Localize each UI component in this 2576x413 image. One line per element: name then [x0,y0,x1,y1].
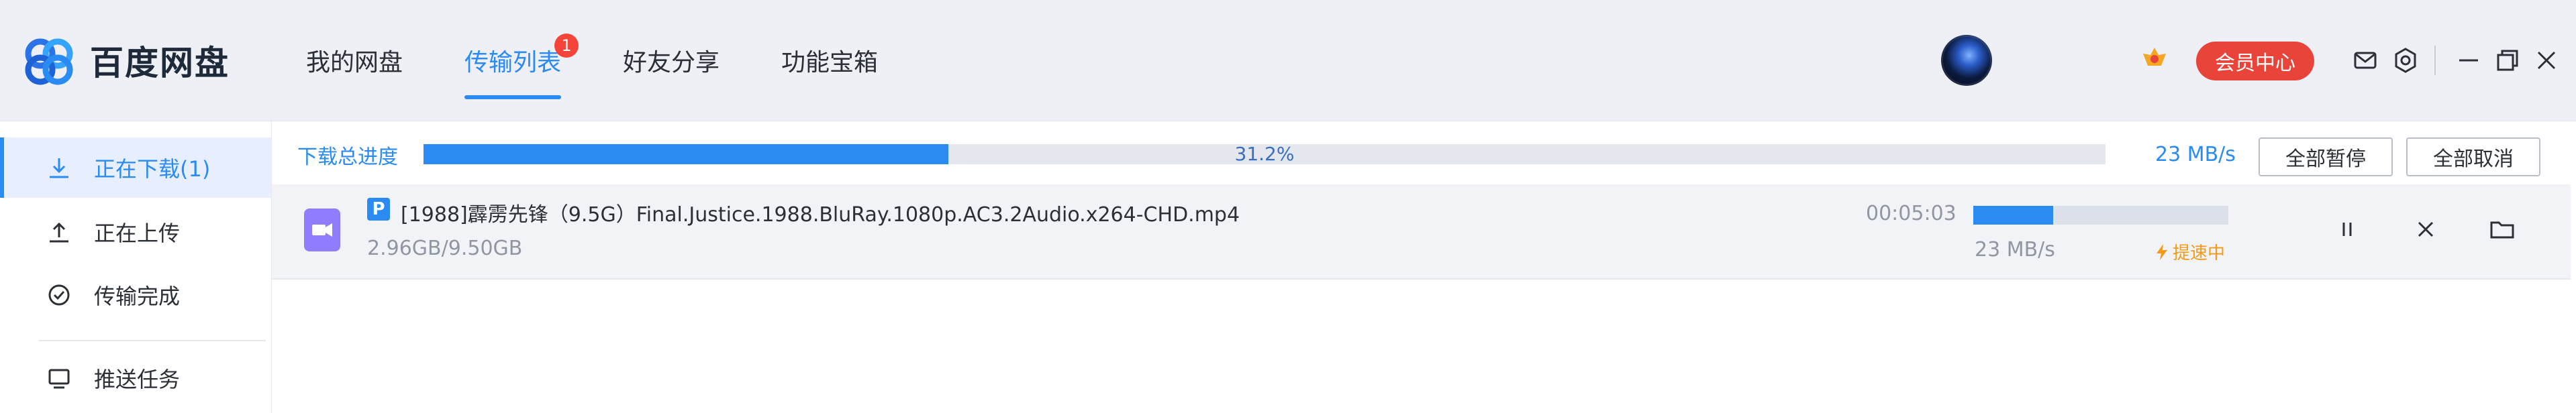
file-speed: 23 MB/s [1975,238,2055,261]
total-speed: 23 MB/s [2155,143,2236,166]
check-circle-icon [44,280,74,310]
close-icon[interactable] [2530,44,2563,76]
nav-toolbox[interactable]: 功能宝箱 [781,0,878,121]
file-size: 2.96GB/9.50GB [367,237,523,260]
nav-label: 我的网盘 [306,49,403,76]
top-bar: 百度网盘 我的网盘 传输列表 1 好友分享 功能宝箱 会员中心 [0,0,2576,121]
pause-all-button[interactable]: 全部暂停 [2259,137,2393,176]
vip-center-button[interactable]: 会员中心 [2196,42,2314,80]
nav-label: 好友分享 [623,49,720,76]
nav-my-disk[interactable]: 我的网盘 [306,0,403,121]
cancel-icon[interactable] [2408,211,2444,247]
total-progress-bar: 31.2% [424,144,2106,164]
mail-icon[interactable] [2349,44,2381,76]
download-row[interactable]: P [1988]霹雳先锋（9.5G）Final.Justice.1988.Blu… [272,184,2571,280]
vip-crown-icon[interactable] [2141,46,2168,72]
monitor-icon [44,363,74,393]
time-remaining: 00:05:03 [1866,202,1956,225]
sidebar-item-completed[interactable]: 传输完成 [0,265,271,325]
accelerating-status: 提速中 [2155,239,2225,264]
sidebar-item-label: 正在上传 [94,221,181,246]
divider [2434,46,2436,75]
lightning-icon [2157,243,2167,260]
status-text: 提速中 [2173,243,2226,263]
main-nav: 我的网盘 传输列表 1 好友分享 功能宝箱 [306,0,940,121]
total-progress-text: 31.2% [1234,143,1295,165]
download-icon [44,153,74,182]
sidebar-divider [39,340,266,341]
upload-icon [44,217,74,247]
nav-label: 传输列表 [464,49,562,76]
nav-friend-share[interactable]: 好友分享 [623,0,720,121]
app-window: 百度网盘 我的网盘 传输列表 1 好友分享 功能宝箱 会员中心 正在下载(1) … [0,0,2576,413]
sidebar-item-label: 传输完成 [94,284,181,309]
app-logo[interactable]: 百度网盘 [20,32,230,88]
nav-label: 功能宝箱 [781,49,879,76]
sidebar-item-uploading[interactable]: 正在上传 [0,202,271,262]
sidebar-item-label: 正在下载(1) [94,156,211,182]
settings-icon[interactable] [2389,44,2422,76]
cloud-logo-icon [25,38,73,85]
sidebar-item-push-tasks[interactable]: 推送任务 [0,348,271,408]
transfer-panel: 下载总进度 31.2% 23 MB/s 全部暂停 全部取消 P [1988]霹雳… [272,121,2576,413]
sidebar-item-downloading[interactable]: 正在下载(1) [0,137,271,198]
cancel-all-button[interactable]: 全部取消 [2406,137,2540,176]
restore-icon[interactable] [2491,44,2524,76]
pause-icon[interactable] [2329,211,2365,247]
notification-badge: 1 [554,34,579,58]
sidebar-item-label: 推送任务 [94,367,181,392]
total-progress-label: 下载总进度 [297,145,398,169]
sidebar: 正在下载(1) 正在上传 传输完成 推送任务 [0,121,272,413]
avatar[interactable] [1941,35,1992,86]
folder-icon[interactable] [2484,211,2520,247]
download-summary: 下载总进度 31.2% 23 MB/s 全部暂停 全部取消 [272,121,2576,182]
video-file-icon [304,209,340,251]
file-progress-fill [1973,206,2053,225]
minimize-icon[interactable] [2453,44,2485,76]
app-name: 百度网盘 [90,44,230,82]
file-type-badge: P [367,198,390,221]
file-progress-bar [1973,206,2228,225]
nav-transfer-list[interactable]: 传输列表 1 [464,0,579,121]
file-name: [1988]霹雳先锋（9.5G）Final.Justice.1988.BluRa… [401,203,1240,227]
